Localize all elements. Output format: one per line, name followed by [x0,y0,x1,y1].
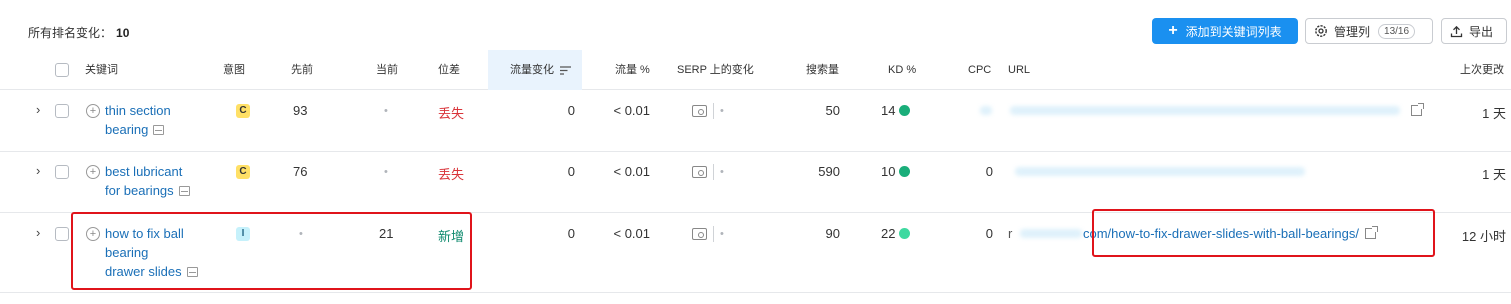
traffic-change: 0 [567,226,575,241]
cpc: 0 [985,226,993,241]
highlight-box-url [1092,209,1435,257]
header-traffic-change[interactable]: 流量变化 [510,50,572,90]
keyword-difficulty: 10 [881,164,911,179]
header-serp-change[interactable]: SERP 上的变化 [677,50,754,90]
traffic-change: 0 [567,103,575,118]
serp-change-value: • [720,105,724,117]
last-updated: 1 天 [1482,167,1506,182]
doc-icon[interactable] [153,125,165,135]
header-intent[interactable]: 意图 [223,50,245,90]
keyword-line-1: thin section [105,103,171,118]
last-updated: 12 小时 [1461,229,1506,244]
previous-position: 93 [293,103,308,118]
divider [713,226,714,242]
search-volume: 590 [818,164,840,179]
summary-label: 所有排名变化： [28,26,113,40]
summary-count: 10 [116,26,130,40]
export-button[interactable]: 导出 [1441,18,1507,44]
keyword-difficulty: 14 [881,103,911,118]
highlight-box-keyword [71,212,472,290]
traffic-pct: < 0.01 [613,226,650,241]
serp-change: • [692,103,724,119]
table-row: › + thin section bearing C 93 • 丢失 0 < 0… [0,91,1511,152]
search-volume: 90 [825,226,840,241]
redacted-url [1015,167,1305,176]
header-url[interactable]: URL [1008,50,1030,90]
serp-icon[interactable] [692,166,707,178]
cpc: 0 [985,164,993,179]
header-diff[interactable]: 位差 [438,50,460,90]
manage-columns-label: 管理列 [1334,24,1371,39]
select-all-checkbox[interactable] [55,63,69,77]
header-traffic-change-label: 流量变化 [510,64,554,76]
keyword-link[interactable]: best lubricant for bearings [105,162,190,200]
chevron-right-icon[interactable]: › [36,163,40,178]
serp-icon[interactable] [692,228,707,240]
row-checkbox[interactable] [55,165,69,179]
header-cpc[interactable]: CPC [968,50,991,90]
serp-change-value: • [720,228,724,240]
serp-change-value: • [720,166,724,178]
header-keyword[interactable]: 关键词 [85,50,118,90]
position-diff: 丢失 [438,167,465,182]
serp-icon[interactable] [692,105,707,117]
keyword-link[interactable]: thin section bearing [105,101,171,139]
intent-badge: C [236,104,250,118]
header-previous[interactable]: 先前 [291,50,313,90]
chevron-right-icon[interactable]: › [36,225,40,240]
current-position: • [384,105,388,117]
url-prefix: r [1008,226,1013,241]
table-header: 关键词 意图 先前 当前 位差 流量变化 流量 % SERP 上的变化 搜索量 … [0,50,1511,90]
header-last-updated[interactable]: 上次更改 [1460,50,1504,90]
chevron-right-icon[interactable]: › [36,102,40,117]
kd-indicator [899,228,911,239]
sort-icon [560,65,572,75]
search-volume: 50 [825,103,840,118]
row-checkbox[interactable] [55,104,69,118]
header-current[interactable]: 当前 [376,50,398,90]
traffic-pct: < 0.01 [613,103,650,118]
previous-position: 76 [293,164,308,179]
ranking-changes-summary: 所有排名变化： 10 [28,24,129,41]
keyword-difficulty: 22 [881,226,911,241]
add-circle-icon[interactable]: + [86,104,100,118]
keyword-line-1: best lubricant [105,164,183,179]
add-to-keyword-list-button[interactable]: + 添加到关键词列表 [1152,18,1298,44]
traffic-pct: < 0.01 [613,164,650,179]
intent-badge: C [236,165,250,179]
header-kd[interactable]: KD % [888,50,916,90]
kd-indicator [899,105,911,116]
external-link-icon[interactable] [1405,103,1424,118]
keyword-line-2: for bearings [105,183,174,198]
position-diff: 丢失 [438,106,465,121]
redacted-region [980,106,992,115]
current-position: • [384,166,388,178]
header-volume[interactable]: 搜索量 [806,50,839,90]
doc-icon[interactable] [178,186,190,196]
kd-value: 10 [881,164,896,179]
last-updated: 1 天 [1482,106,1506,121]
redacted-url [1010,106,1400,115]
redacted-url [1020,229,1082,238]
serp-change: • [692,226,724,242]
traffic-change: 0 [567,164,575,179]
export-label: 导出 [1469,24,1494,39]
add-circle-icon[interactable]: + [86,165,100,179]
plus-icon: + [1168,22,1178,39]
kd-value: 22 [881,226,896,241]
upload-icon [1450,25,1463,37]
columns-count-badge: 13/16 [1378,23,1416,39]
header-traffic-pct[interactable]: 流量 % [615,50,650,90]
table-row: › + best lubricant for bearings C 76 • 丢… [0,152,1511,213]
divider [713,103,714,119]
add-to-keyword-list-label: 添加到关键词列表 [1185,24,1282,39]
divider [713,164,714,180]
kd-value: 14 [881,103,896,118]
manage-columns-button[interactable]: 管理列 13/16 [1305,18,1433,44]
gear-icon [1315,25,1327,37]
row-checkbox[interactable] [55,227,69,241]
keyword-line-2: bearing [105,122,149,137]
kd-indicator [899,166,911,177]
serp-change: • [692,164,724,180]
